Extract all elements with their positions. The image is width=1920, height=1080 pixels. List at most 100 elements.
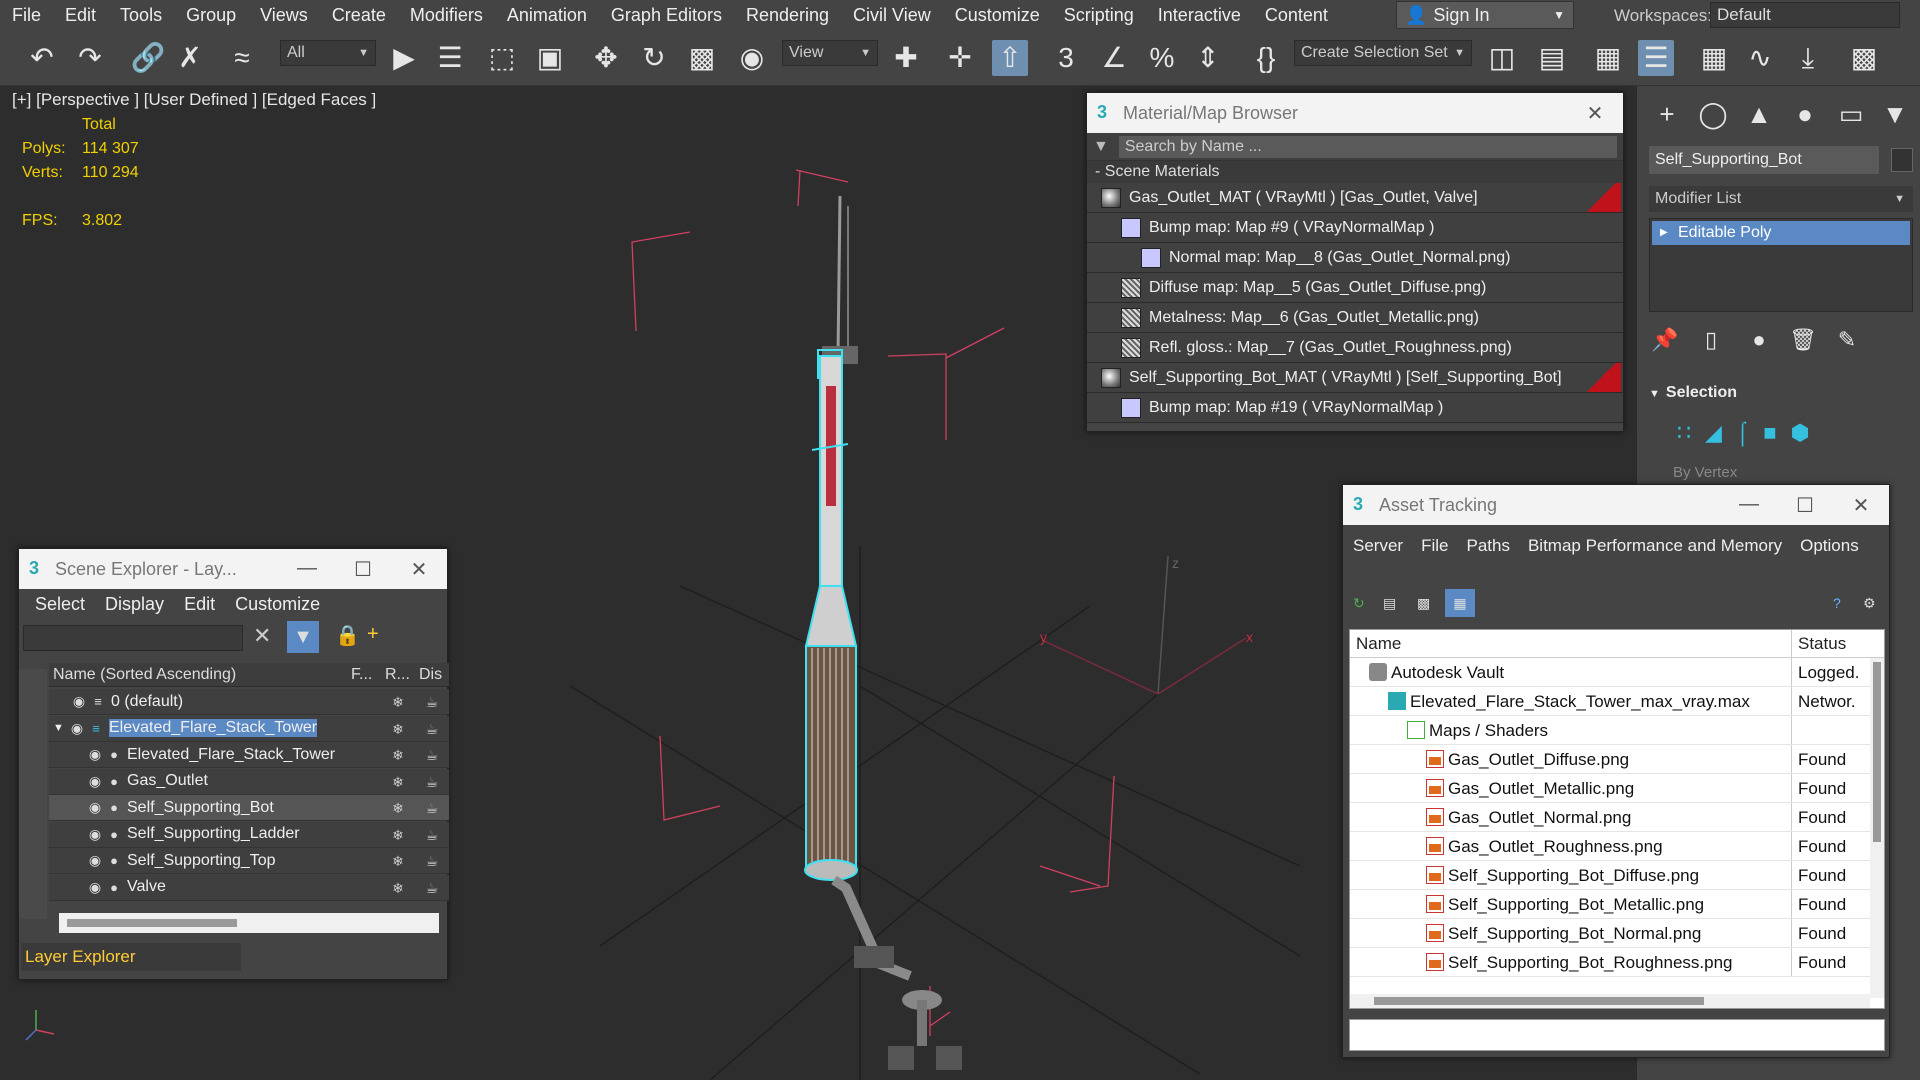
pin-stack-icon[interactable]: 📌 bbox=[1647, 322, 1683, 358]
scene-tree-row[interactable]: ◉ ● Self_Supporting_Bot ❄ ☕ bbox=[49, 795, 449, 821]
sign-in-dropdown[interactable]: 👤 Sign In ▼ bbox=[1396, 1, 1574, 29]
menu-rendering[interactable]: Rendering bbox=[734, 0, 841, 30]
asset-row[interactable]: Maps / Shaders bbox=[1350, 716, 1884, 745]
asset-row[interactable]: Self_Supporting_Bot_Roughness.png Found bbox=[1350, 948, 1884, 977]
selection-filter-dropdown[interactable]: All ▼ bbox=[280, 40, 376, 66]
scene-tree-row[interactable]: ◉ ● Self_Supporting_Top ❄ ☕ bbox=[49, 848, 449, 874]
material-tree-row[interactable]: Diffuse map: Map__5 (Gas_Outlet_Diffuse.… bbox=[1087, 273, 1623, 303]
table-view-icon[interactable]: ▦ bbox=[1445, 589, 1475, 617]
move-icon[interactable]: ✥ bbox=[588, 40, 624, 76]
hierarchy-tab-icon[interactable]: ▲ bbox=[1741, 96, 1777, 132]
keyboard-shortcut-override-icon[interactable]: ⇧ bbox=[992, 40, 1028, 76]
freeze-icon[interactable]: ❄ bbox=[381, 742, 415, 768]
menu-animation[interactable]: Animation bbox=[495, 0, 599, 30]
menu-edit[interactable]: Edit bbox=[168, 594, 215, 615]
window-title-bar[interactable]: 3 Material/Map Browser ✕ bbox=[1087, 93, 1623, 133]
edit-named-selection-icon[interactable]: {} bbox=[1248, 40, 1284, 76]
menu-create[interactable]: Create bbox=[320, 0, 398, 30]
render-teapot-icon[interactable]: ☕ bbox=[415, 822, 449, 848]
material-tree-row[interactable]: Bump map: Map #19 ( VRayNormalMap ) bbox=[1087, 393, 1623, 423]
modifier-stack-item[interactable]: ▶ Editable Poly bbox=[1652, 221, 1910, 245]
named-selection-set-dropdown[interactable]: Create Selection Set ▼ bbox=[1294, 40, 1472, 66]
toggle-ribbon-icon[interactable]: ▦ bbox=[1696, 40, 1732, 76]
new-layer-icon[interactable]: + bbox=[367, 623, 379, 646]
menu-select[interactable]: Select bbox=[19, 594, 85, 615]
asset-row[interactable]: Self_Supporting_Bot_Diffuse.png Found bbox=[1350, 861, 1884, 890]
material-editor-icon[interactable]: ▩ bbox=[1846, 40, 1882, 76]
filter-icon[interactable]: ▼ bbox=[287, 621, 319, 653]
redo-icon[interactable]: ↷ bbox=[72, 40, 108, 76]
menu-file[interactable]: File bbox=[0, 0, 53, 30]
window-title-bar[interactable]: 3 Asset Tracking — ☐ ✕ bbox=[1343, 485, 1889, 525]
freeze-icon[interactable]: ❄ bbox=[381, 822, 415, 848]
select-object-icon[interactable]: ▶ bbox=[386, 40, 422, 76]
unlink-icon[interactable]: ✗ bbox=[172, 40, 208, 76]
menu-edit[interactable]: Edit bbox=[53, 0, 108, 30]
object-name-field[interactable]: Self_Supporting_Bot bbox=[1649, 146, 1879, 174]
border-icon[interactable]: ⌠ bbox=[1736, 420, 1749, 450]
render-teapot-icon[interactable]: ☕ bbox=[415, 875, 449, 901]
asset-status-field[interactable] bbox=[1349, 1019, 1885, 1051]
render-teapot-icon[interactable]: ☕ bbox=[415, 689, 449, 715]
modify-tab-icon[interactable]: ◯ bbox=[1695, 96, 1731, 132]
thumbnail-view-icon[interactable]: ▩ bbox=[1417, 595, 1430, 612]
column-status-header[interactable]: Status bbox=[1792, 630, 1846, 657]
menu-modifiers[interactable]: Modifiers bbox=[398, 0, 495, 30]
menu-file[interactable]: File bbox=[1421, 536, 1448, 555]
column-freeze-header[interactable]: F... bbox=[351, 666, 385, 684]
scene-tree-row[interactable]: ◉ ● Gas_Outlet ❄ ☕ bbox=[49, 768, 449, 795]
material-tree-row[interactable]: Refl. gloss.: Map__7 (Gas_Outlet_Roughne… bbox=[1087, 333, 1623, 363]
asset-row[interactable]: Elevated_Flare_Stack_Tower_max_vray.max N… bbox=[1350, 687, 1884, 716]
asset-row[interactable]: Self_Supporting_Bot_Metallic.png Found bbox=[1350, 890, 1884, 919]
close-icon[interactable]: ✕ bbox=[1567, 101, 1623, 126]
menu-group[interactable]: Group bbox=[174, 0, 248, 30]
bind-space-warp-icon[interactable]: ≈ bbox=[224, 40, 260, 76]
visibility-eye-icon[interactable]: ◉ bbox=[85, 773, 105, 790]
menu-customize[interactable]: Customize bbox=[943, 0, 1052, 30]
asset-row[interactable]: Autodesk Vault Logged. bbox=[1350, 658, 1884, 687]
element-icon[interactable]: ⬢ bbox=[1791, 420, 1810, 450]
scene-tree-row[interactable]: ◉ ● Elevated_Flare_Stack_Tower ❄ ☕ bbox=[49, 742, 449, 768]
menu-tools[interactable]: Tools bbox=[108, 0, 174, 30]
configure-modifier-sets-icon[interactable]: ✎ bbox=[1829, 322, 1865, 358]
asset-row[interactable]: Gas_Outlet_Diffuse.png Found bbox=[1350, 745, 1884, 774]
search-options-icon[interactable]: ▼ bbox=[1093, 138, 1109, 156]
menu-civil-view[interactable]: Civil View bbox=[841, 0, 943, 30]
select-manipulate-icon[interactable]: ✛ bbox=[942, 40, 978, 76]
vertex-icon[interactable]: ∷ bbox=[1677, 420, 1691, 450]
edge-icon[interactable]: ◢ bbox=[1705, 420, 1722, 450]
vertical-scrollbar[interactable] bbox=[1870, 658, 1884, 998]
minimize-icon[interactable]: — bbox=[279, 557, 335, 582]
scale-icon[interactable]: ▩ bbox=[684, 40, 720, 76]
column-name-header[interactable]: Name bbox=[1350, 630, 1792, 657]
angle-snap-icon[interactable]: ∠ bbox=[1096, 40, 1132, 76]
scene-tree-row[interactable]: ◉ ● Self_Supporting_Ladder ❄ ☕ bbox=[49, 821, 449, 848]
align-icon[interactable]: ▤ bbox=[1534, 40, 1570, 76]
rectangular-selection-icon[interactable]: ⬚ bbox=[484, 40, 520, 76]
minimize-icon[interactable]: — bbox=[1721, 493, 1777, 518]
menu-customize[interactable]: Customize bbox=[219, 594, 320, 615]
refresh-icon[interactable]: ↻ bbox=[1353, 595, 1365, 612]
menu-display[interactable]: Display bbox=[89, 594, 164, 615]
scene-tree-row[interactable]: ◉ ≡ 0 (default) ❄ ☕ bbox=[49, 689, 449, 715]
toggle-scene-explorer-icon[interactable]: ▦ bbox=[1590, 40, 1626, 76]
scene-tree-row[interactable]: ▼ ◉ ≡ Elevated_Flare_Stack_Tower ❄ ☕ bbox=[49, 715, 449, 742]
scene-materials-section[interactable]: - Scene Materials bbox=[1087, 161, 1623, 183]
polygon-icon[interactable]: ■ bbox=[1763, 420, 1776, 450]
snaps-toggle-icon[interactable]: 3 bbox=[1048, 40, 1084, 76]
freeze-icon[interactable]: ❄ bbox=[381, 848, 415, 874]
menu-graph-editors[interactable]: Graph Editors bbox=[599, 0, 734, 30]
menu-scripting[interactable]: Scripting bbox=[1052, 0, 1146, 30]
by-vertex-checkbox[interactable]: By Vertex bbox=[1673, 464, 1737, 481]
link-icon[interactable]: 🔗 bbox=[130, 40, 166, 76]
undo-icon[interactable]: ↶ bbox=[24, 40, 60, 76]
visibility-eye-icon[interactable]: ◉ bbox=[69, 693, 89, 710]
select-by-name-icon[interactable]: ☰ bbox=[432, 40, 468, 76]
clear-search-icon[interactable]: ✕ bbox=[253, 623, 271, 649]
settings-icon[interactable]: ⚙ bbox=[1863, 595, 1876, 612]
lock-icon[interactable]: 🔒 bbox=[335, 623, 360, 648]
asset-row[interactable]: Gas_Outlet_Metallic.png Found bbox=[1350, 774, 1884, 803]
object-color-swatch[interactable] bbox=[1891, 148, 1913, 172]
menu-paths[interactable]: Paths bbox=[1466, 536, 1509, 555]
render-teapot-icon[interactable]: ☕ bbox=[415, 848, 449, 874]
